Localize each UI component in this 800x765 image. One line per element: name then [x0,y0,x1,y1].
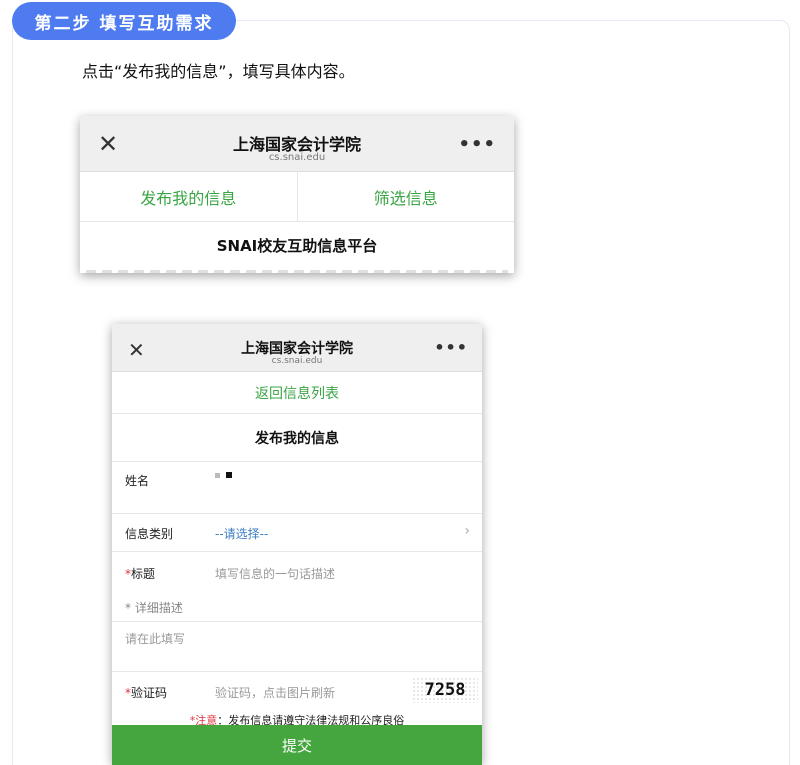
action-tabs: 发布我的信息 筛选信息 [80,172,514,222]
more-icon[interactable]: ••• [434,338,468,357]
step-badge: 第二步 填写互助需求 [12,2,236,40]
submit-button[interactable]: 提交 [112,725,482,765]
category-label: 信息类别 [125,527,174,541]
title-bar: ✕ 上海国家会计学院 cs.snai.edu ••• [80,116,514,172]
detail-placeholder: 请在此填写 [125,632,186,646]
instruction-text: 点击“发布我的信息”，填写具体内容。 [82,62,355,81]
window-title: 上海国家会计学院 [241,341,353,357]
detail-label-row: * 详细描述 [112,592,482,622]
screenshot-publish-form: ✕ 上海国家会计学院 cs.snai.edu ••• 返回信息列表 发布我的信息… [112,324,482,765]
form-title: 发布我的信息 [112,414,482,462]
category-row[interactable]: 信息类别 --请选择-- › [112,514,482,552]
detail-textarea[interactable]: 请在此填写 [112,622,482,672]
more-icon[interactable]: ••• [458,134,496,155]
tab-filter-info[interactable]: 筛选信息 [296,172,515,221]
window-url: cs.snai.edu [268,152,326,163]
detail-label: * 详细描述 [125,601,183,615]
screenshot-platform-home: ✕ 上海国家会计学院 cs.snai.edu ••• 发布我的信息 筛选信息 S… [80,116,514,273]
chevron-right-icon: › [464,523,470,539]
title-label: *标题 [125,567,156,581]
name-row: 姓名 [112,462,482,514]
tab-publish-my-info[interactable]: 发布我的信息 [80,172,297,221]
platform-title: SNAI校友互助信息平台 [216,236,378,255]
category-select[interactable]: --请选择-- [215,525,268,542]
name-value-redacted [215,472,232,478]
window-url: cs.snai.edu [271,356,323,366]
title-bar: ✕ 上海国家会计学院 cs.snai.edu ••• [112,324,482,372]
title-row: *标题 填写信息的一句话描述 [112,552,482,592]
captcha-label: *验证码 [125,686,168,700]
title-input[interactable]: 填写信息的一句话描述 [215,565,335,582]
captcha-image[interactable]: 7258 [412,677,478,703]
back-to-list-link[interactable]: 返回信息列表 [112,372,482,414]
cutoff-text-line [86,270,508,273]
captcha-input[interactable]: 验证码，点击图片刷新 [215,684,335,701]
name-label: 姓名 [125,474,150,488]
captcha-row: *验证码 验证码，点击图片刷新 7258 [112,672,482,712]
